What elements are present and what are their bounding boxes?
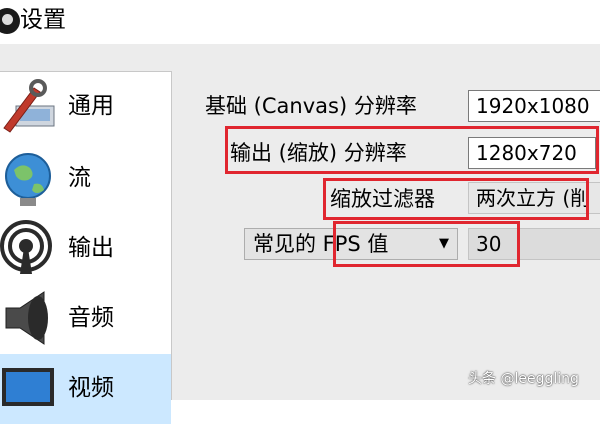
general-settings-icon <box>3 79 55 133</box>
base-resolution-label: 基础 (Canvas) 分辨率 <box>205 94 417 118</box>
sidebar-item-audio[interactable]: 音频 <box>0 284 171 354</box>
window-title: 设置 <box>20 7 66 33</box>
settings-sidebar: 通用 流 输出 音频 视频 <box>0 71 172 424</box>
sidebar-item-label: 通用 <box>68 93 114 119</box>
monitor-icon <box>2 368 54 406</box>
sidebar-item-label: 视频 <box>68 375 114 401</box>
sidebar-item-output[interactable]: 输出 <box>0 214 171 284</box>
downscale-filter-highlight <box>323 178 589 220</box>
speaker-icon <box>5 291 48 345</box>
globe-stream-icon <box>5 153 51 206</box>
title-bar: 设置 <box>0 0 600 44</box>
sidebar-item-label: 输出 <box>68 235 114 261</box>
settings-window: 通用 流 输出 音频 视频 基础 (Canvas) 分辨率 1920x1080 … <box>0 44 600 424</box>
base-resolution-field[interactable]: 1920x1080 <box>468 90 600 122</box>
obs-logo-icon <box>0 8 20 34</box>
watermark: 头条 @leeggling <box>468 371 579 387</box>
fps-highlight <box>333 221 520 267</box>
sidebar-item-label: 音频 <box>68 305 114 331</box>
broadcast-output-icon <box>0 220 52 274</box>
output-resolution-highlight <box>225 126 599 174</box>
sidebar-item-label: 流 <box>68 165 91 191</box>
sidebar-item-general[interactable]: 通用 <box>0 72 171 142</box>
sidebar-item-video[interactable]: 视频 <box>0 354 171 424</box>
sidebar-item-stream[interactable]: 流 <box>0 144 171 214</box>
